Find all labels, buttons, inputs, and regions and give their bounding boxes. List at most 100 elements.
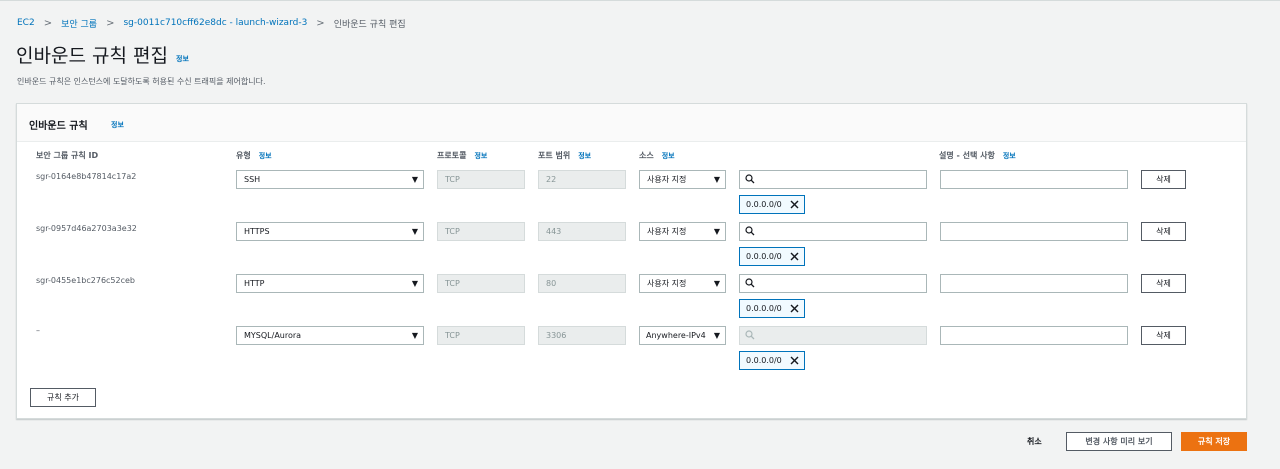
delete-rule-button[interactable]: 삭제 xyxy=(1141,222,1186,241)
caret-down-icon: ▼ xyxy=(713,331,720,340)
inbound-rules-panel: 인바운드 규칙 정보 보안 그룹 규칙 ID 유형 정보 프로토콜 정보 포트 범위… xyxy=(16,103,1247,419)
panel-title: 인바운드 규칙 xyxy=(29,121,88,132)
protocol-field: TCP xyxy=(437,170,525,189)
source-select[interactable]: 사용자 지정 ▼ xyxy=(639,222,726,241)
column-header-rule-id: 보안 그룹 규칙 ID xyxy=(36,150,98,161)
caret-down-icon: ▼ xyxy=(411,331,418,340)
chevron-right-icon: > xyxy=(106,17,115,29)
type-select[interactable]: SSH ▼ xyxy=(236,170,424,189)
search-icon xyxy=(745,330,755,340)
type-select-value: SSH xyxy=(244,175,261,184)
cidr-token: 0.0.0.0/0 xyxy=(739,299,805,318)
protocol-field: TCP xyxy=(437,222,525,241)
search-icon xyxy=(745,174,755,184)
column-header-description: 설명 - 선택 사항 정보 xyxy=(939,150,1016,161)
column-label-port-range: 포트 범위 xyxy=(538,151,571,160)
description-input[interactable] xyxy=(940,274,1128,293)
type-select-value: HTTP xyxy=(244,279,265,288)
delete-rule-button[interactable]: 삭제 xyxy=(1141,274,1186,293)
cidr-token-label: 0.0.0.0/0 xyxy=(746,252,782,261)
close-icon[interactable] xyxy=(789,199,800,210)
type-select-value: MYSQL/Aurora xyxy=(244,331,302,340)
column-header-protocol: 프로토콜 정보 xyxy=(437,150,487,161)
page-title: 인바운드 규칙 편집 xyxy=(16,45,168,67)
source-select[interactable]: 사용자 지정 ▼ xyxy=(639,274,726,293)
add-rule-button[interactable]: 규칙 추가 xyxy=(30,388,96,407)
delete-rule-button[interactable]: 삭제 xyxy=(1141,326,1186,345)
search-icon xyxy=(745,278,755,288)
description-input[interactable] xyxy=(940,222,1128,241)
panel-info-link[interactable]: 정보 xyxy=(111,120,124,130)
cidr-search-input[interactable] xyxy=(739,274,927,293)
column-label-description: 설명 - 선택 사항 xyxy=(939,151,995,160)
cidr-search-input[interactable] xyxy=(739,222,927,241)
caret-down-icon: ▼ xyxy=(713,227,720,236)
cidr-token: 0.0.0.0/0 xyxy=(739,195,805,214)
source-select-value: 사용자 지정 xyxy=(647,279,687,288)
breadcrumb-current: 인바운드 규칙 편집 xyxy=(333,19,406,30)
breadcrumb-security-group-id[interactable]: sg-0011c710cff62e8dc - launch-wizard-3 xyxy=(123,18,307,28)
cidr-token: 0.0.0.0/0 xyxy=(739,247,805,266)
caret-down-icon: ▼ xyxy=(411,227,418,236)
protocol-field: TCP xyxy=(437,274,525,293)
chevron-right-icon: > xyxy=(43,17,53,29)
panel-header: 인바운드 규칙 정보 xyxy=(17,104,1246,142)
rule-id: sgr-0455e1bc276c52ceb xyxy=(36,276,136,285)
type-select[interactable]: HTTPS ▼ xyxy=(236,222,424,241)
chevron-right-icon: > xyxy=(316,17,325,29)
cidr-search-input[interactable] xyxy=(739,170,927,189)
description-input[interactable] xyxy=(940,326,1128,345)
column-label-rule-id: 보안 그룹 규칙 ID xyxy=(36,151,99,160)
port-range-field: 3306 xyxy=(538,326,626,345)
port-range-info-link[interactable]: 정보 xyxy=(578,152,591,160)
rule-id: – xyxy=(36,326,40,335)
cidr-token: 0.0.0.0/0 xyxy=(739,351,805,370)
caret-down-icon: ▼ xyxy=(411,279,418,288)
column-label-protocol: 프로토콜 xyxy=(437,151,467,160)
cidr-search-input xyxy=(739,326,927,345)
cancel-button[interactable]: 취소 xyxy=(1027,436,1042,447)
cidr-token-label: 0.0.0.0/0 xyxy=(746,200,782,209)
save-rules-button[interactable]: 규칙 저장 xyxy=(1181,432,1247,451)
type-info-link[interactable]: 정보 xyxy=(259,152,272,160)
close-icon[interactable] xyxy=(789,251,800,262)
search-icon xyxy=(745,226,755,236)
preview-changes-button[interactable]: 변경 사항 미리 보기 xyxy=(1066,432,1172,451)
breadcrumb-ec2[interactable]: EC2 xyxy=(17,18,35,28)
rule-id: sgr-0957d46a2703a3e32 xyxy=(36,224,137,233)
column-label-source: 소스 xyxy=(639,151,654,160)
description-input[interactable] xyxy=(940,170,1128,189)
source-select-value: 사용자 지정 xyxy=(647,175,687,184)
close-icon[interactable] xyxy=(789,303,800,314)
column-header-type: 유형 정보 xyxy=(236,150,272,161)
port-range-field: 80 xyxy=(538,274,626,293)
caret-down-icon: ▼ xyxy=(411,175,418,184)
source-select[interactable]: 사용자 지정 ▼ xyxy=(639,170,726,189)
type-select[interactable]: HTTP ▼ xyxy=(236,274,424,293)
cidr-token-label: 0.0.0.0/0 xyxy=(746,356,782,365)
close-icon[interactable] xyxy=(789,355,800,366)
column-header-port-range: 포트 범위 정보 xyxy=(538,150,591,161)
rule-id: sgr-0164e8b47814c17a2 xyxy=(36,172,137,181)
source-select-value: 사용자 지정 xyxy=(647,227,687,236)
cidr-token-label: 0.0.0.0/0 xyxy=(746,304,782,313)
column-label-type: 유형 xyxy=(236,151,251,160)
description-info-link[interactable]: 정보 xyxy=(1003,152,1016,160)
source-info-link[interactable]: 정보 xyxy=(662,152,675,160)
source-select-value: Anywhere-IPv4 xyxy=(646,331,706,340)
type-select-value: HTTPS xyxy=(244,227,270,236)
caret-down-icon: ▼ xyxy=(713,175,720,184)
source-select[interactable]: Anywhere-IPv4 ▼ xyxy=(639,326,726,345)
protocol-info-link[interactable]: 정보 xyxy=(474,152,487,160)
port-range-field: 22 xyxy=(538,170,626,189)
port-range-field: 443 xyxy=(538,222,626,241)
page-info-link[interactable]: 정보 xyxy=(176,54,189,64)
caret-down-icon: ▼ xyxy=(713,279,720,288)
breadcrumb-security-groups[interactable]: 보안 그룹 xyxy=(61,17,97,30)
page-description: 인바운드 규칙은 인스턴스에 도달하도록 허용된 수신 트래픽을 제어합니다. xyxy=(17,77,266,86)
delete-rule-button[interactable]: 삭제 xyxy=(1141,170,1186,189)
breadcrumb: EC2 > 보안 그룹 > sg-0011c710cff62e8dc - lau… xyxy=(17,17,406,30)
top-border xyxy=(0,0,1280,1)
type-select[interactable]: MYSQL/Aurora ▼ xyxy=(236,326,424,345)
column-header-source: 소스 정보 xyxy=(639,150,675,161)
